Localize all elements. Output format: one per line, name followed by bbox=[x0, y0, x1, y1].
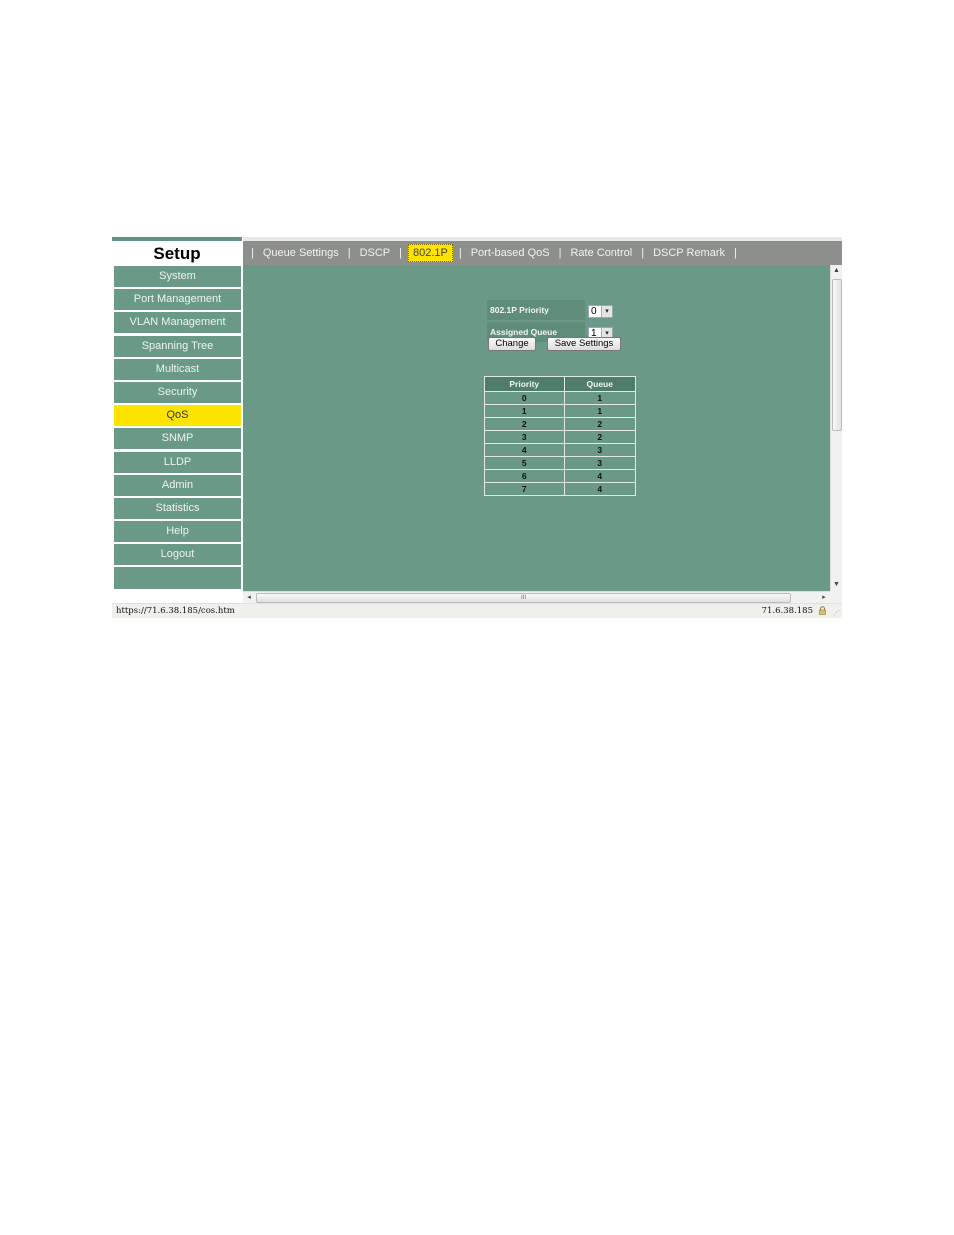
priority-cell: 2 bbox=[484, 417, 565, 431]
table-row: 74 bbox=[484, 482, 637, 496]
sidebar-top-bar bbox=[112, 237, 242, 241]
sidebar-item-security[interactable]: Security bbox=[114, 381, 241, 403]
tab-rate-control[interactable]: Rate Control bbox=[567, 246, 635, 260]
queue-cell: 3 bbox=[563, 443, 637, 457]
sidebar-item-qos[interactable]: QoS bbox=[114, 405, 241, 427]
sidebar-item-vlan-management[interactable]: VLAN Management bbox=[114, 312, 241, 334]
priority-cell: 5 bbox=[484, 456, 565, 470]
sidebar: Setup System Port Management VLAN Manage… bbox=[112, 237, 242, 590]
tab-separator: | bbox=[399, 247, 402, 259]
tab-separator: | bbox=[558, 247, 562, 259]
queue-cell: 2 bbox=[563, 417, 637, 431]
scroll-up-icon[interactable]: ▲ bbox=[831, 265, 842, 277]
priority-cell: 3 bbox=[484, 430, 565, 444]
scroll-right-icon[interactable]: ▸ bbox=[818, 592, 830, 603]
queue-cell: 1 bbox=[563, 391, 637, 405]
sidebar-item-statistics[interactable]: Statistics bbox=[114, 497, 241, 519]
tab-dscp[interactable]: DSCP bbox=[357, 246, 394, 260]
sidebar-item-lldp[interactable]: LLDP bbox=[114, 451, 241, 473]
change-button[interactable]: Change bbox=[488, 337, 536, 351]
priority-select[interactable]: 0 ▾ bbox=[588, 305, 613, 318]
queue-cell: 1 bbox=[563, 404, 637, 418]
queue-cell: 2 bbox=[563, 430, 637, 444]
priority-cell: 4 bbox=[484, 443, 565, 457]
vertical-scroll-thumb[interactable] bbox=[832, 279, 842, 431]
table-row: 53 bbox=[484, 456, 637, 470]
scroll-left-icon[interactable]: ◂ bbox=[243, 592, 255, 603]
sidebar-item-system[interactable]: System bbox=[114, 266, 241, 287]
tab-separator: | bbox=[251, 247, 254, 259]
priority-cell: 0 bbox=[484, 391, 565, 405]
sidebar-item-snmp[interactable]: SNMP bbox=[114, 428, 241, 450]
tab-port-based-qos[interactable]: Port-based QoS bbox=[468, 246, 553, 260]
table-row: 32 bbox=[484, 430, 637, 444]
tab-802-1p[interactable]: 802.1P bbox=[407, 244, 453, 262]
tab-dscp-remark[interactable]: DSCP Remark bbox=[650, 246, 728, 260]
status-url: https://71.6.38.185/cos.htm bbox=[116, 606, 235, 616]
horizontal-scroll-thumb[interactable]: III bbox=[256, 593, 791, 603]
save-settings-button[interactable]: Save Settings bbox=[547, 337, 621, 351]
tab-separator: | bbox=[641, 247, 645, 259]
priority-cell: 6 bbox=[484, 469, 565, 483]
queue-cell: 3 bbox=[563, 456, 637, 470]
sidebar-item-help[interactable]: Help bbox=[114, 521, 241, 543]
sidebar-item-spanning-tree[interactable]: Spanning Tree bbox=[114, 335, 241, 357]
table-row: 01 bbox=[484, 391, 637, 405]
table-row: 22 bbox=[484, 417, 637, 431]
tab-separator: | bbox=[458, 247, 462, 259]
status-bar: https://71.6.38.185/cos.htm 71.6.38.185 … bbox=[112, 603, 842, 618]
priority-label: 802.1P Priority bbox=[487, 300, 585, 320]
sidebar-item-admin[interactable]: Admin bbox=[114, 474, 241, 496]
queue-cell: 4 bbox=[563, 469, 637, 483]
table-row: 43 bbox=[484, 443, 637, 457]
sidebar-menu: System Port Management VLAN Management S… bbox=[114, 266, 241, 592]
sidebar-item-port-management[interactable]: Port Management bbox=[114, 289, 241, 311]
tab-queue-settings[interactable]: Queue Settings bbox=[260, 246, 342, 260]
table-row: 11 bbox=[484, 404, 637, 418]
content-pane: 802.1P Priority 0 ▾ Assigned Queue 1 ▾ C… bbox=[243, 265, 830, 591]
sidebar-item-logout[interactable]: Logout bbox=[114, 544, 241, 566]
tab-separator: | bbox=[734, 247, 737, 259]
lock-icon bbox=[819, 606, 826, 615]
table-row: 64 bbox=[484, 469, 637, 483]
vertical-scrollbar[interactable]: ▲ ▼ bbox=[830, 265, 842, 591]
priority-cell: 7 bbox=[484, 482, 565, 496]
status-host: 71.6.38.185 bbox=[761, 606, 813, 616]
column-header-priority: Priority bbox=[484, 376, 565, 392]
grip-icon: III bbox=[520, 595, 526, 601]
horizontal-scrollbar[interactable]: ◂ III ▸ bbox=[243, 591, 830, 603]
priority-select-value: 0 bbox=[591, 306, 597, 317]
queue-cell: 4 bbox=[563, 482, 637, 496]
resize-grip-icon[interactable]: ⋰ bbox=[833, 609, 840, 617]
sidebar-item-multicast[interactable]: Multicast bbox=[114, 358, 241, 380]
scroll-down-icon[interactable]: ▼ bbox=[831, 579, 842, 591]
priority-queue-table: Priority Queue 01 11 22 32 43 53 64 74 bbox=[484, 376, 637, 496]
tab-separator: | bbox=[347, 247, 351, 259]
sidebar-title: Setup bbox=[153, 244, 201, 263]
priority-cell: 1 bbox=[484, 404, 565, 418]
browser-window: Setup System Port Management VLAN Manage… bbox=[112, 237, 842, 618]
scrollbar-corner bbox=[830, 591, 842, 603]
sidebar-blank-item bbox=[114, 567, 241, 590]
column-header-queue: Queue bbox=[563, 376, 637, 392]
chevron-down-icon[interactable]: ▾ bbox=[601, 306, 612, 317]
tab-bar: | Queue Settings | DSCP | 802.1P | Port-… bbox=[243, 241, 842, 265]
